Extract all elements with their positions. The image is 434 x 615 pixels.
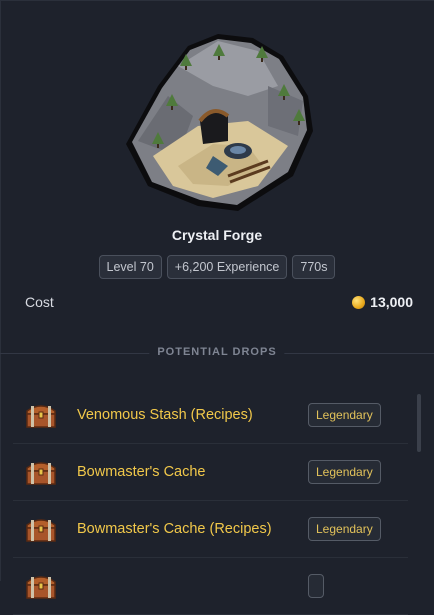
building-stats: Level 70 +6,200 Experience 770s bbox=[0, 255, 434, 279]
list-item[interactable] bbox=[13, 558, 408, 615]
left-border bbox=[0, 0, 1, 581]
cost-label: Cost bbox=[25, 294, 54, 310]
rarity-badge bbox=[308, 574, 324, 598]
cost-amount: 13,000 bbox=[370, 294, 413, 310]
level-chip: Level 70 bbox=[98, 255, 162, 279]
top-border bbox=[0, 0, 434, 1]
drop-name: Bowmaster's Cache bbox=[77, 464, 206, 480]
rarity-badge: Legendary bbox=[308, 460, 381, 484]
duration-chip: 770s bbox=[292, 255, 336, 279]
gold-coin-icon bbox=[352, 295, 366, 309]
list-item[interactable]: Bowmaster's Cache (Recipes) Legendary bbox=[13, 501, 408, 558]
drop-name: Bowmaster's Cache (Recipes) bbox=[77, 521, 272, 537]
treasure-chest-icon bbox=[25, 401, 57, 429]
rarity-badge: Legendary bbox=[308, 403, 381, 427]
treasure-chest-icon bbox=[25, 572, 57, 600]
building-illustration bbox=[118, 26, 324, 216]
cost-value: 13,000 bbox=[352, 294, 413, 310]
experience-chip: +6,200 Experience bbox=[166, 255, 288, 279]
treasure-chest-icon bbox=[25, 458, 57, 486]
building-title: Crystal Forge bbox=[171, 227, 263, 243]
list-item[interactable]: Venomous Stash (Recipes) Legendary bbox=[13, 387, 408, 444]
scrollbar[interactable] bbox=[417, 394, 421, 452]
treasure-chest-icon bbox=[25, 515, 57, 543]
list-item[interactable]: Bowmaster's Cache Legendary bbox=[13, 444, 408, 501]
drop-name: Venomous Stash (Recipes) bbox=[77, 407, 253, 423]
cost-row: Cost 13,000 bbox=[25, 292, 413, 312]
potential-drops-heading: POTENTIAL DROPS bbox=[149, 346, 285, 358]
rarity-badge: Legendary bbox=[308, 517, 381, 541]
